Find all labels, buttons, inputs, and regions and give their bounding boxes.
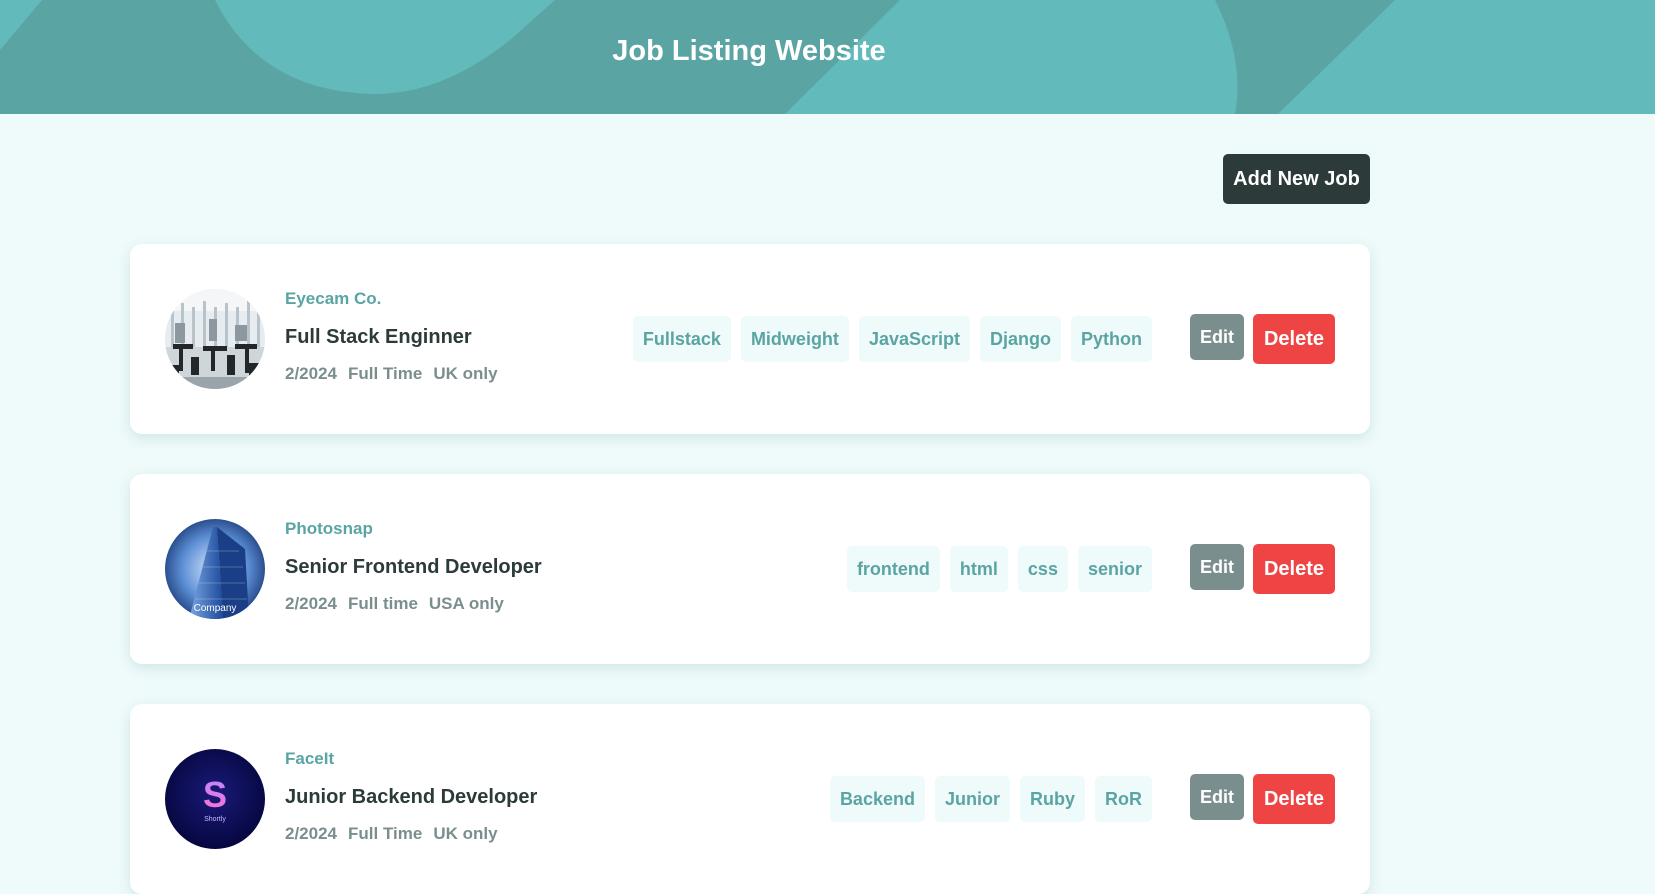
edit-button[interactable]: Edit <box>1190 314 1244 360</box>
posted-date: 2/2024 <box>285 364 337 383</box>
company-name[interactable]: Eyecam Co. <box>285 289 381 309</box>
tag-filter[interactable]: senior <box>1077 546 1152 592</box>
delete-button[interactable]: Delete <box>1253 544 1335 594</box>
edit-button[interactable]: Edit <box>1190 774 1244 820</box>
job-meta: 2/2024 Full Time UK only <box>285 364 498 384</box>
logo-caption: Shortly <box>204 816 226 823</box>
header-banner: Job Listing Website <box>0 0 1655 114</box>
add-new-job-button[interactable]: Add New Job <box>1223 154 1370 204</box>
posted-date: 2/2024 <box>285 824 337 843</box>
edit-button[interactable]: Edit <box>1190 544 1244 590</box>
tag-filter[interactable]: html <box>949 546 1008 592</box>
tag-filter[interactable]: Midweight <box>740 316 849 362</box>
job-title[interactable]: Full Stack Enginner <box>285 324 472 350</box>
tag-filter[interactable]: Backend <box>829 776 925 822</box>
tag-filter[interactable]: Junior <box>934 776 1010 822</box>
posted-date: 2/2024 <box>285 594 337 613</box>
contract-type: Full Time <box>348 364 423 383</box>
logo-caption: Company <box>194 603 237 614</box>
tag-filter[interactable]: css <box>1017 546 1068 592</box>
building-photo-icon: Company <box>165 519 265 619</box>
job-title[interactable]: Senior Frontend Developer <box>285 554 542 580</box>
delete-button[interactable]: Delete <box>1253 774 1335 824</box>
page-title: Job Listing Website <box>612 35 886 67</box>
job-tags: frontend html css senior <box>846 546 1152 592</box>
job-card: S Shortly FaceIt Junior Backend Develope… <box>130 704 1370 894</box>
job-card: Company Photosnap Senior Frontend Develo… <box>130 474 1370 664</box>
shortly-logo-icon: S Shortly <box>165 749 265 849</box>
job-location: UK only <box>433 824 498 843</box>
contract-type: Full Time <box>348 824 423 843</box>
job-meta: 2/2024 Full time USA only <box>285 594 504 614</box>
job-tags: Backend Junior Ruby RoR <box>829 776 1152 822</box>
tag-filter[interactable]: JavaScript <box>858 316 970 362</box>
tag-filter[interactable]: Fullstack <box>632 316 731 362</box>
tag-filter[interactable]: Python <box>1071 316 1152 362</box>
tag-filter[interactable]: Django <box>980 316 1061 362</box>
tag-filter[interactable]: frontend <box>846 546 940 592</box>
logo-letter: S <box>203 774 227 815</box>
tag-filter[interactable]: RoR <box>1095 776 1152 822</box>
job-location: USA only <box>428 594 504 613</box>
tag-filter[interactable]: Ruby <box>1020 776 1085 822</box>
job-location: UK only <box>433 364 498 383</box>
contract-type: Full time <box>348 594 418 613</box>
job-tags: Fullstack Midweight JavaScript Django Py… <box>632 316 1152 362</box>
delete-button[interactable]: Delete <box>1253 314 1335 364</box>
job-card: Eyecam Co. Full Stack Enginner 2/2024 Fu… <box>130 244 1370 434</box>
company-name[interactable]: Photosnap <box>285 519 373 539</box>
job-title[interactable]: Junior Backend Developer <box>285 784 537 810</box>
job-meta: 2/2024 Full Time UK only <box>285 824 498 844</box>
office-photo-icon <box>165 289 265 389</box>
company-name[interactable]: FaceIt <box>285 749 334 769</box>
